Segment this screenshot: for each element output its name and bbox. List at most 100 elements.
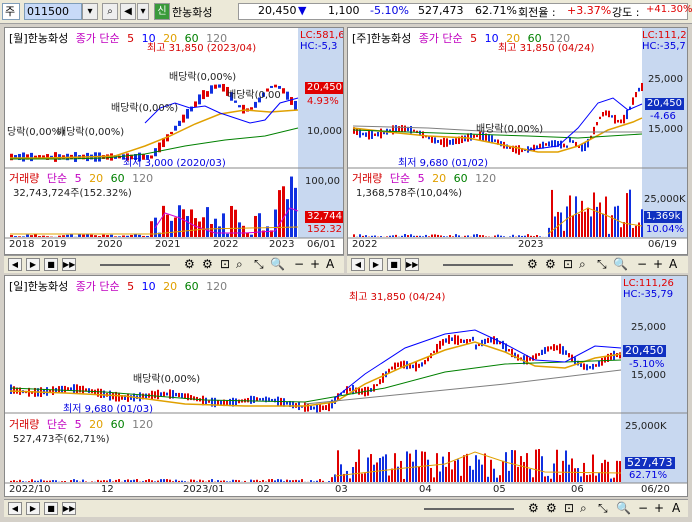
fit-icon[interactable]: ⊡ — [220, 258, 230, 271]
plus-icon[interactable]: + — [654, 502, 664, 515]
zoom-slider[interactable] — [424, 502, 514, 510]
monthly-vol-ma120[interactable]: 120 — [132, 172, 153, 185]
stop-icon[interactable]: ■ — [387, 258, 401, 271]
monthly-vol-value: 32,743,724주(152.32%) — [13, 188, 132, 199]
weekly-vol-ma120[interactable]: 120 — [475, 172, 496, 185]
monthly-volume-bar — [126, 235, 129, 237]
search-icon[interactable]: ⌕ — [102, 3, 118, 20]
zoom-slider[interactable] — [100, 258, 170, 266]
weekly-chart-panel[interactable]: [주]한농화성 종가 단순 5 10 20 60 120 LC:111,2 HC… — [347, 27, 688, 255]
weekly-volume-bar — [410, 234, 412, 237]
weekly-candle — [371, 131, 373, 139]
resize-icon[interactable]: ⤡ — [597, 258, 607, 271]
weekly-vol-tag2: 10.04% — [646, 224, 685, 235]
daily-title[interactable]: [일]한농화성 — [9, 280, 68, 293]
plus-icon[interactable]: + — [310, 258, 320, 271]
monthly-chart-panel[interactable]: [월]한농화성 종가 단순 5 10 20 60 120 LC:581,6 HC… — [4, 27, 344, 255]
stop-icon[interactable]: ■ — [44, 258, 58, 271]
weekly-candle — [608, 110, 610, 118]
gear-icon[interactable]: ⚙ — [202, 258, 213, 271]
stock-code-input[interactable]: 011500 — [24, 3, 82, 20]
daily-chart-panel[interactable]: [일]한농화성 종가 단순 5 10 20 60 120 LC:111,26 H… — [4, 275, 688, 497]
text-icon[interactable]: A — [326, 258, 334, 271]
daily-ma10[interactable]: 10 — [142, 280, 156, 293]
chevron-down-icon[interactable]: ▾ — [137, 3, 149, 20]
daily-vol-ma60[interactable]: 60 — [111, 418, 125, 431]
zoom-icon[interactable]: 🔍 — [616, 502, 631, 515]
daily-volume-bar — [244, 480, 246, 482]
gear-icon[interactable]: ⚙ — [546, 502, 557, 515]
stop-icon[interactable]: ■ — [44, 502, 58, 515]
speaker-icon[interactable]: ◀ — [120, 3, 136, 20]
gear-icon[interactable]: ⚙ — [545, 258, 556, 271]
settings-icon[interactable]: ⚙ — [527, 258, 538, 271]
step-back-icon[interactable]: ◀ — [8, 258, 22, 271]
daily-volume-bar — [571, 458, 573, 482]
resize-icon[interactable]: ⤡ — [254, 258, 264, 271]
resize-icon[interactable]: ⤡ — [598, 502, 608, 515]
monthly-ma5[interactable]: 5 — [127, 32, 134, 45]
weekly-candle — [362, 132, 364, 136]
weekly-ma5[interactable]: 5 — [470, 32, 477, 45]
daily-vol-tag2: 62.71% — [629, 470, 668, 481]
search-icon[interactable]: ⌕ — [236, 258, 243, 271]
monthly-candle — [210, 85, 213, 94]
prev-icon[interactable]: ▶ — [26, 258, 40, 271]
weekly-vol-axis: 25,000K — [644, 194, 686, 205]
next-icon[interactable]: ▶▶ — [405, 258, 419, 271]
search-icon[interactable]: ⌕ — [579, 258, 586, 271]
weekly-ma10[interactable]: 10 — [485, 32, 499, 45]
change-arrow-icon: ▼ — [298, 4, 307, 17]
daily-volume-bar — [160, 479, 162, 482]
daily-vol-ma120[interactable]: 120 — [132, 418, 153, 431]
daily-volume-bar — [220, 480, 222, 482]
daily-xaxis-04: 04 — [419, 484, 432, 495]
zoom-icon[interactable]: 🔍 — [270, 258, 285, 271]
dropdown-icon[interactable]: ▾ — [82, 3, 98, 20]
weekly-volume-bar — [407, 235, 409, 237]
zoom-icon[interactable]: 🔍 — [613, 258, 628, 271]
plus-icon[interactable]: + — [653, 258, 663, 271]
weekly-volume-bar — [629, 189, 631, 237]
monthly-volume-bar — [182, 209, 185, 237]
settings-icon[interactable]: ⚙ — [528, 502, 539, 515]
daily-ma120[interactable]: 120 — [206, 280, 227, 293]
daily-ma20[interactable]: 20 — [163, 280, 177, 293]
monthly-volume-bar — [134, 234, 137, 237]
daily-volume-bar — [112, 481, 114, 482]
daily-candle — [418, 363, 420, 368]
minus-icon[interactable]: − — [638, 502, 648, 515]
daily-candle — [610, 352, 612, 360]
weekly-volume-bar — [353, 234, 355, 237]
next-icon[interactable]: ▶▶ — [62, 258, 76, 271]
daily-volume-bar — [586, 475, 588, 482]
daily-candle — [592, 363, 594, 370]
menu-dropdown[interactable]: 주 — [2, 3, 20, 20]
fit-icon[interactable]: ⊡ — [564, 502, 574, 515]
daily-volume-bar — [16, 481, 18, 482]
weekly-volume-bar — [389, 235, 391, 237]
text-icon[interactable]: A — [669, 258, 677, 271]
zoom-slider[interactable] — [443, 258, 513, 266]
step-back-icon[interactable]: ◀ — [351, 258, 365, 271]
weekly-volume-bar — [434, 234, 436, 237]
monthly-volume-bar — [290, 176, 293, 237]
prev-icon[interactable]: ▶ — [369, 258, 383, 271]
next-icon[interactable]: ▶▶ — [62, 502, 76, 515]
search-icon[interactable]: ⌕ — [580, 502, 587, 515]
fit-icon[interactable]: ⊡ — [563, 258, 573, 271]
daily-volume-bar — [418, 466, 420, 482]
settings-icon[interactable]: ⚙ — [184, 258, 195, 271]
text-icon[interactable]: A — [672, 502, 680, 515]
minus-icon[interactable]: − — [637, 258, 647, 271]
daily-ma60[interactable]: 60 — [185, 280, 199, 293]
weekly-candle — [566, 145, 568, 148]
daily-volume-bar — [49, 480, 51, 482]
minus-icon[interactable]: − — [294, 258, 304, 271]
step-back-icon[interactable]: ◀ — [8, 502, 22, 515]
daily-candle — [508, 349, 510, 352]
daily-ma5[interactable]: 5 — [127, 280, 134, 293]
monthly-title[interactable]: [월]한농화성 — [9, 32, 68, 45]
weekly-title[interactable]: [주]한농화성 — [352, 32, 411, 45]
prev-icon[interactable]: ▶ — [26, 502, 40, 515]
